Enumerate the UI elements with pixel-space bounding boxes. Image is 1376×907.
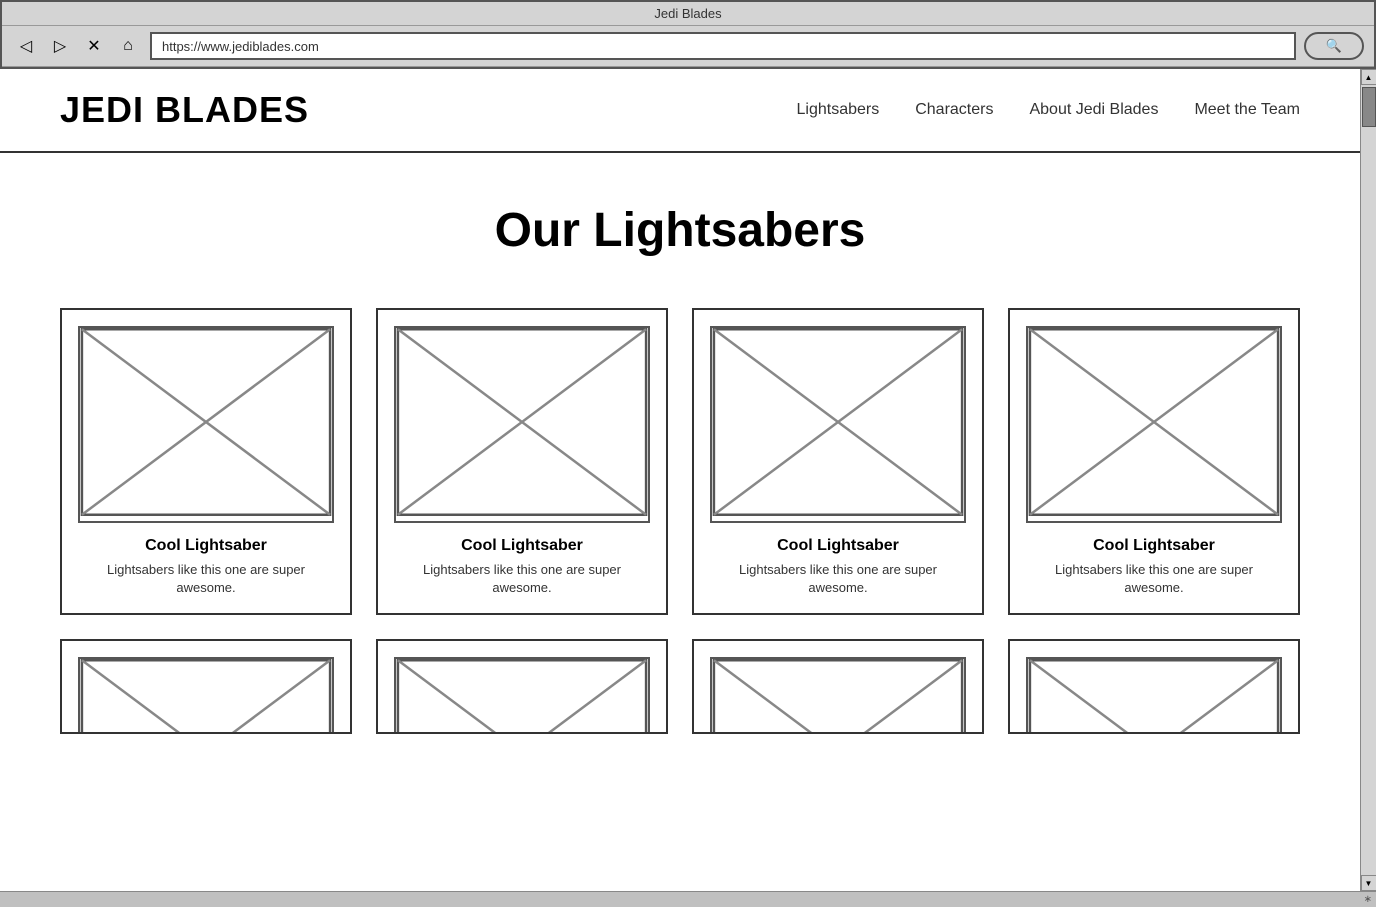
- product-card-3[interactable]: Cool Lightsaber Lightsabers like this on…: [692, 308, 984, 615]
- scroll-up-arrow[interactable]: ▲: [1361, 69, 1376, 85]
- product-name-1: Cool Lightsaber: [78, 537, 334, 555]
- browser-toolbar: ◁ ▷ ✕ ⌂ 🔍: [2, 25, 1374, 67]
- product-grid-row2: [60, 639, 1300, 734]
- product-grid-row1: Cool Lightsaber Lightsabers like this on…: [60, 308, 1300, 615]
- browser-titlebar: Jedi Blades: [2, 2, 1374, 25]
- product-name-2: Cool Lightsaber: [394, 537, 650, 555]
- product-card-1[interactable]: Cool Lightsaber Lightsabers like this on…: [60, 308, 352, 615]
- product-image-3: [710, 326, 966, 523]
- scrollbar[interactable]: ▲ ▼: [1360, 69, 1376, 891]
- site-header: JEDI BLADES Lightsabers Characters About…: [0, 69, 1360, 153]
- browser-chrome: Jedi Blades ◁ ▷ ✕ ⌂ 🔍: [0, 0, 1376, 69]
- product-card-6[interactable]: [376, 639, 668, 734]
- product-image-1: [78, 326, 334, 523]
- site-main: Our Lightsabers Cool Lightsaber Lightsab…: [0, 153, 1360, 788]
- scroll-down-arrow[interactable]: ▼: [1361, 875, 1376, 891]
- product-desc-4: Lightsabers like this one are super awes…: [1026, 561, 1282, 597]
- search-icon: 🔍: [1326, 38, 1342, 54]
- product-image-4: [1026, 326, 1282, 523]
- product-card-2[interactable]: Cool Lightsaber Lightsabers like this on…: [376, 308, 668, 615]
- product-desc-1: Lightsabers like this one are super awes…: [78, 561, 334, 597]
- page-title: Our Lightsabers: [60, 203, 1300, 258]
- product-desc-3: Lightsabers like this one are super awes…: [710, 561, 966, 597]
- back-button[interactable]: ◁: [12, 32, 40, 60]
- scroll-thumb[interactable]: [1362, 87, 1376, 127]
- product-image-2: [394, 326, 650, 523]
- product-image-8: [1026, 657, 1282, 734]
- website-wrapper: JEDI BLADES Lightsabers Characters About…: [0, 69, 1376, 891]
- nav-about[interactable]: About Jedi Blades: [1029, 101, 1158, 119]
- product-card-5[interactable]: [60, 639, 352, 734]
- nav-buttons: ◁ ▷ ✕ ⌂: [12, 32, 142, 60]
- website-content: JEDI BLADES Lightsabers Characters About…: [0, 69, 1360, 891]
- product-card-4[interactable]: Cool Lightsaber Lightsabers like this on…: [1008, 308, 1300, 615]
- site-logo: JEDI BLADES: [60, 89, 309, 131]
- product-name-4: Cool Lightsaber: [1026, 537, 1282, 555]
- browser-title: Jedi Blades: [654, 6, 721, 21]
- resize-handle: ∗: [1364, 894, 1372, 905]
- forward-icon: ▷: [54, 36, 66, 56]
- nav-characters[interactable]: Characters: [915, 101, 993, 119]
- bottom-bar: ∗: [0, 891, 1376, 907]
- nav-meet-team[interactable]: Meet the Team: [1194, 101, 1300, 119]
- product-image-7: [710, 657, 966, 734]
- product-image-5: [78, 657, 334, 734]
- close-icon: ✕: [87, 36, 100, 56]
- nav-lightsabers[interactable]: Lightsabers: [797, 101, 880, 119]
- address-bar[interactable]: [150, 32, 1296, 60]
- close-button[interactable]: ✕: [80, 32, 108, 60]
- back-icon: ◁: [20, 36, 32, 56]
- home-icon: ⌂: [123, 37, 133, 55]
- search-button[interactable]: 🔍: [1304, 32, 1364, 60]
- product-card-8[interactable]: [1008, 639, 1300, 734]
- forward-button[interactable]: ▷: [46, 32, 74, 60]
- home-button[interactable]: ⌂: [114, 32, 142, 60]
- product-desc-2: Lightsabers like this one are super awes…: [394, 561, 650, 597]
- site-nav: Lightsabers Characters About Jedi Blades…: [797, 101, 1301, 119]
- product-name-3: Cool Lightsaber: [710, 537, 966, 555]
- product-card-7[interactable]: [692, 639, 984, 734]
- product-image-6: [394, 657, 650, 734]
